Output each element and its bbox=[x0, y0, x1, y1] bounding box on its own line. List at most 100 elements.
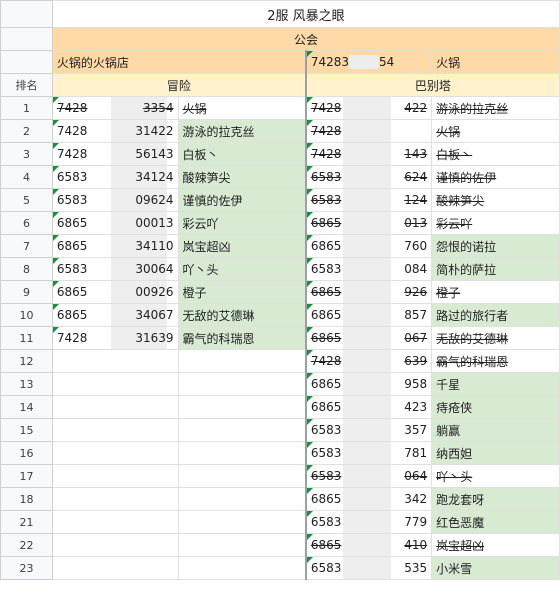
right-name-cell[interactable]: 跑龙套呀 bbox=[431, 487, 560, 511]
rank-cell[interactable]: 3 bbox=[0, 142, 53, 166]
rank-cell[interactable]: 16 bbox=[0, 441, 53, 465]
right-name-cell[interactable]: 简朴的萨拉 bbox=[431, 257, 560, 281]
left-name-cell[interactable]: 岚宝超凶 bbox=[177, 234, 307, 258]
right-name-cell[interactable]: 岚宝超凶 bbox=[431, 533, 560, 557]
rank-cell[interactable]: 1 bbox=[0, 96, 53, 120]
right-name-cell[interactable]: 游泳的拉克丝 bbox=[431, 96, 560, 120]
right-id-cell[interactable]: 7428 639 bbox=[304, 349, 433, 373]
right-id-cell[interactable]: 7428 143 bbox=[304, 142, 433, 166]
right-name-cell[interactable]: 酸辣笋尖 bbox=[431, 188, 560, 212]
right-id-cell[interactable]: 7428 bbox=[304, 119, 433, 143]
right-name-cell[interactable]: 躺赢 bbox=[431, 418, 560, 442]
left-name-cell[interactable] bbox=[177, 533, 307, 557]
left-name-cell[interactable]: 谨慎的佐伊 bbox=[177, 188, 307, 212]
right-name-cell[interactable]: 吖丶头 bbox=[431, 464, 560, 488]
left-id-cell[interactable]: 6583 09624 bbox=[51, 188, 179, 212]
rank-cell[interactable]: 2 bbox=[0, 119, 53, 143]
rank-cell[interactable]: 7 bbox=[0, 234, 53, 258]
right-name-cell[interactable]: 白板丶 bbox=[431, 142, 560, 166]
right-id-cell[interactable]: 6865 013 bbox=[304, 211, 433, 235]
right-id-cell[interactable]: 6865 958 bbox=[304, 372, 433, 396]
left-id-cell[interactable]: 7428 31639 bbox=[51, 326, 179, 350]
left-id-cell[interactable] bbox=[51, 395, 179, 419]
left-id-cell[interactable] bbox=[51, 464, 179, 488]
left-name-cell[interactable]: 酸辣笋尖 bbox=[177, 165, 307, 189]
right-id-cell[interactable]: 6865 423 bbox=[304, 395, 433, 419]
left-name-cell[interactable]: 吖丶头 bbox=[177, 257, 307, 281]
right-id-cell[interactable]: 6583 624 bbox=[304, 165, 433, 189]
left-name-cell[interactable] bbox=[177, 487, 307, 511]
rank-cell[interactable]: 9 bbox=[0, 280, 53, 304]
right-id-cell[interactable]: 6583 124 bbox=[304, 188, 433, 212]
left-id-cell[interactable]: 6865 34110 bbox=[51, 234, 179, 258]
rank-cell[interactable]: 10 bbox=[0, 303, 53, 327]
right-name-cell[interactable]: 小米雪 bbox=[431, 556, 560, 580]
left-id-cell[interactable]: 7428 3354 bbox=[51, 96, 179, 120]
right-name-cell[interactable]: 霸气的科瑞恩 bbox=[431, 349, 560, 373]
rank-header-cell[interactable]: 排名 bbox=[0, 73, 53, 97]
right-id-cell[interactable]: 6583 781 bbox=[304, 441, 433, 465]
left-name-cell[interactable] bbox=[177, 464, 307, 488]
rank-cell[interactable]: 4 bbox=[0, 165, 53, 189]
left-name-cell[interactable] bbox=[177, 441, 307, 465]
left-id-cell[interactable]: 6583 34124 bbox=[51, 165, 179, 189]
row-number-cell[interactable] bbox=[0, 27, 53, 51]
left-name-cell[interactable] bbox=[177, 349, 307, 373]
right-id-cell[interactable]: 6865 067 bbox=[304, 326, 433, 350]
right-id-cell[interactable]: 6583 779 bbox=[304, 510, 433, 534]
left-name-cell[interactable]: 彩云吖 bbox=[177, 211, 307, 235]
right-name-cell[interactable]: 彩云吖 bbox=[431, 211, 560, 235]
left-id-cell[interactable]: 6865 00013 bbox=[51, 211, 179, 235]
right-id-cell[interactable]: 6865 926 bbox=[304, 280, 433, 304]
left-id-cell[interactable] bbox=[51, 487, 179, 511]
right-name-cell[interactable]: 火锅 bbox=[431, 119, 560, 143]
right-id-cell[interactable]: 6583 357 bbox=[304, 418, 433, 442]
right-id-cell[interactable]: 6583 084 bbox=[304, 257, 433, 281]
left-name-cell[interactable]: 游泳的拉克丝 bbox=[177, 119, 307, 143]
rank-cell[interactable]: 22 bbox=[0, 533, 53, 557]
left-id-cell[interactable] bbox=[51, 510, 179, 534]
left-name-cell[interactable] bbox=[177, 418, 307, 442]
guild-label-cell[interactable]: 公会 bbox=[51, 27, 560, 51]
right-name-cell[interactable]: 千星 bbox=[431, 372, 560, 396]
right-name-cell[interactable]: 红色恶魔 bbox=[431, 510, 560, 534]
left-name-cell[interactable]: 无敌的艾德琳 bbox=[177, 303, 307, 327]
right-section-cell[interactable]: 巴别塔 bbox=[304, 73, 560, 97]
right-name-cell[interactable]: 路过的旅行者 bbox=[431, 303, 560, 327]
left-id-cell[interactable] bbox=[51, 418, 179, 442]
left-id-cell[interactable] bbox=[51, 441, 179, 465]
rank-cell[interactable]: 13 bbox=[0, 372, 53, 396]
rank-cell[interactable]: 14 bbox=[0, 395, 53, 419]
left-id-cell[interactable]: 7428 56143 bbox=[51, 142, 179, 166]
rank-cell[interactable]: 18 bbox=[0, 487, 53, 511]
rank-cell[interactable]: 12 bbox=[0, 349, 53, 373]
right-guild-id-cell[interactable]: 74283 54 bbox=[304, 50, 433, 74]
left-id-cell[interactable] bbox=[51, 533, 179, 557]
right-id-cell[interactable]: 6865 857 bbox=[304, 303, 433, 327]
right-name-cell[interactable]: 怨恨的诺拉 bbox=[431, 234, 560, 258]
left-id-cell[interactable]: 6583 30064 bbox=[51, 257, 179, 281]
rank-cell[interactable]: 8 bbox=[0, 257, 53, 281]
right-name-cell[interactable]: 痔疮侠 bbox=[431, 395, 560, 419]
right-id-cell[interactable]: 6583 535 bbox=[304, 556, 433, 580]
rank-cell[interactable]: 5 bbox=[0, 188, 53, 212]
row-number-cell[interactable] bbox=[0, 0, 53, 28]
right-id-cell[interactable]: 6865 410 bbox=[304, 533, 433, 557]
right-name-cell[interactable]: 谨慎的佐伊 bbox=[431, 165, 560, 189]
left-id-cell[interactable] bbox=[51, 349, 179, 373]
left-section-cell[interactable]: 冒险 bbox=[51, 73, 307, 97]
right-name-cell[interactable]: 橙子 bbox=[431, 280, 560, 304]
rank-cell[interactable]: 11 bbox=[0, 326, 53, 350]
left-id-cell[interactable] bbox=[51, 556, 179, 580]
right-id-cell[interactable]: 7428 422 bbox=[304, 96, 433, 120]
rank-cell[interactable]: 17 bbox=[0, 464, 53, 488]
left-name-cell[interactable]: 霸气的科瑞恩 bbox=[177, 326, 307, 350]
left-name-cell[interactable] bbox=[177, 372, 307, 396]
left-name-cell[interactable] bbox=[177, 510, 307, 534]
right-id-cell[interactable]: 6583 064 bbox=[304, 464, 433, 488]
left-id-cell[interactable]: 7428 31422 bbox=[51, 119, 179, 143]
right-guild-name-cell[interactable]: 火锅 bbox=[431, 50, 560, 74]
left-name-cell[interactable]: 橙子 bbox=[177, 280, 307, 304]
left-name-cell[interactable]: 火锅 bbox=[177, 96, 307, 120]
right-name-cell[interactable]: 无敌的艾德琳 bbox=[431, 326, 560, 350]
